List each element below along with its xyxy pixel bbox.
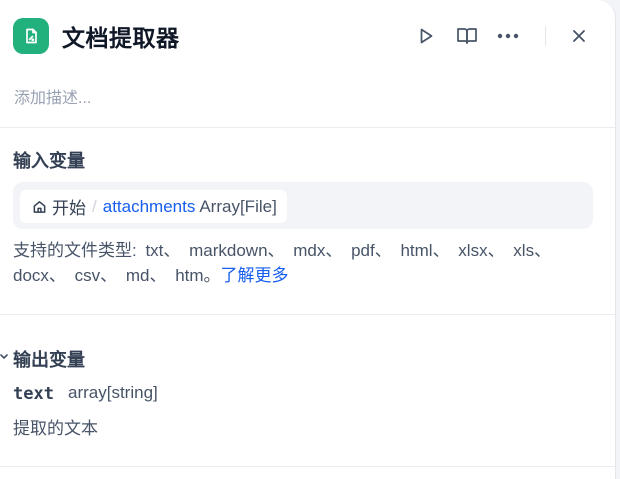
header-actions: [401, 18, 595, 54]
section-divider: [0, 127, 615, 128]
document-extractor-icon: [13, 18, 49, 54]
section-divider: [0, 466, 615, 467]
output-variable-name: text: [13, 384, 54, 404]
input-section-title: 输入变量: [13, 151, 85, 171]
output-section-title[interactable]: 输出变量: [13, 346, 85, 372]
variable-type: Array[File]: [199, 196, 277, 216]
book-open-icon: [457, 28, 477, 44]
chevron-down-icon[interactable]: [0, 352, 8, 362]
node-title[interactable]: 文档提取器: [62, 19, 180, 53]
variable-separator: /: [92, 196, 97, 216]
learn-more-link[interactable]: 了解更多: [221, 266, 289, 285]
run-button[interactable]: [410, 20, 442, 52]
header-divider: [545, 26, 546, 46]
description-input[interactable]: 添加描述...: [14, 84, 91, 108]
supported-types-text: 支持的文件类型: txt、 markdown、 mdx、 pdf、 html、 …: [13, 238, 603, 288]
output-variable-type: array[string]: [68, 383, 158, 402]
close-icon: [573, 30, 585, 42]
panel-header: 文档提取器: [13, 18, 595, 54]
input-variable-field[interactable]: 开始 / attachments Array[File]: [13, 182, 593, 229]
more-icon: [497, 33, 519, 39]
variable-source-label: 开始: [52, 199, 86, 218]
variable-name: attachments: [102, 196, 196, 216]
home-icon: [33, 201, 46, 213]
section-divider: [0, 314, 615, 315]
node-panel: 文档提取器 添加描述... 输入变量 开始 / attachments Arra…: [0, 0, 616, 479]
docs-button[interactable]: [451, 20, 483, 52]
close-button[interactable]: [563, 20, 595, 52]
play-icon: [420, 28, 433, 44]
more-button[interactable]: [492, 20, 524, 52]
output-variable-description: 提取的文本: [13, 419, 98, 438]
variable-chip[interactable]: 开始 / attachments Array[File]: [20, 190, 287, 223]
